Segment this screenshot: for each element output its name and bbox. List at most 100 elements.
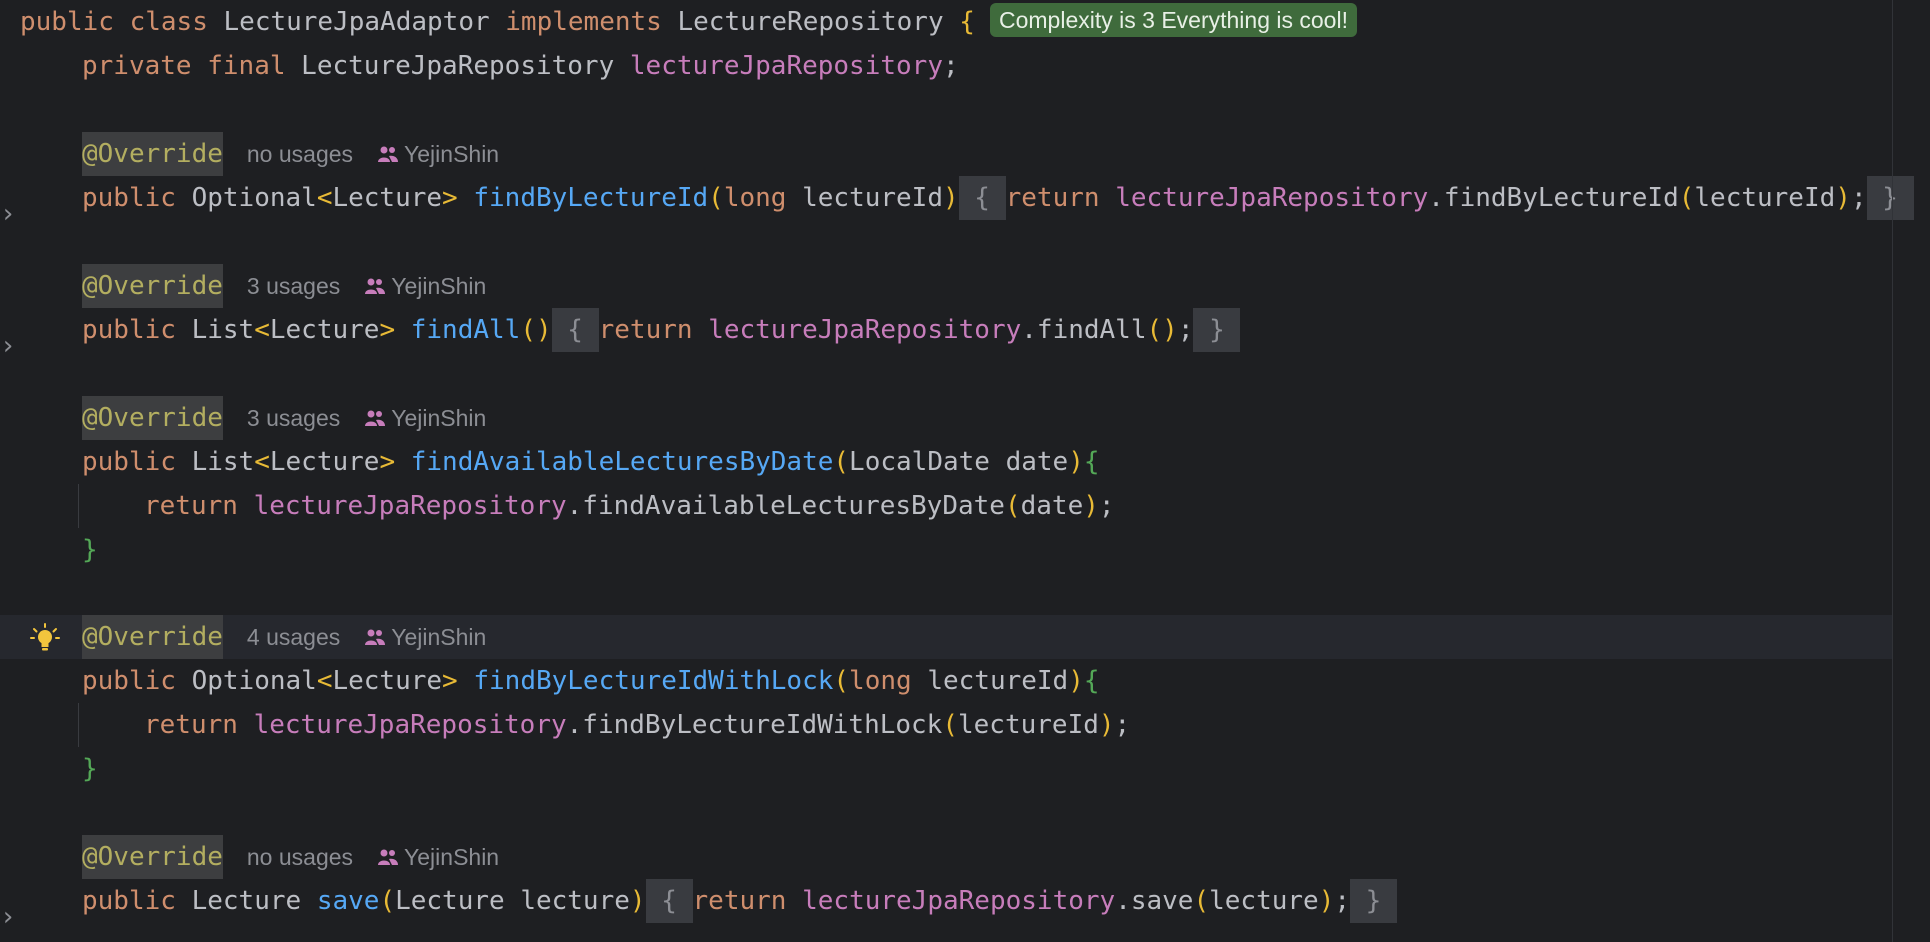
method-call[interactable]: .findByLectureId: [1428, 183, 1678, 213]
person-icon: [365, 278, 386, 294]
code-line-method-find-all[interactable]: › public List<Lecture> findAll() { retur…: [0, 308, 1892, 361]
method-call[interactable]: .save: [1115, 886, 1193, 916]
folded-open-brace[interactable]: {: [645, 879, 693, 923]
code-editor[interactable]: public class LectureJpaAdaptor implement…: [0, 0, 1930, 942]
author-hint[interactable]: YejinShin: [391, 624, 486, 650]
person-icon: [365, 629, 386, 645]
code-line-annotation[interactable]: @Override 4 usages YejinShin: [0, 615, 1892, 659]
keyword-class: class: [129, 7, 208, 37]
class-open-brace: {: [959, 7, 975, 37]
method-call[interactable]: .findByLectureIdWithLock: [567, 710, 943, 740]
keyword-return: return: [144, 491, 238, 521]
usages-hint[interactable]: 3 usages: [247, 273, 340, 299]
override-annotation[interactable]: @Override: [82, 264, 223, 308]
keyword-private: private: [82, 51, 192, 81]
generic-type[interactable]: Lecture: [332, 183, 442, 213]
call-argument[interactable]: lectureId: [958, 710, 1099, 740]
param-type: long: [849, 666, 912, 696]
keyword-public: public: [82, 447, 176, 477]
param-name[interactable]: lectureId: [802, 183, 943, 213]
code-line-annotation[interactable]: @Override no usages YejinShin: [0, 132, 1892, 176]
complexity-badge[interactable]: Complexity is 3 Everything is cool!: [990, 3, 1357, 37]
keyword-public: public: [20, 7, 114, 37]
call-argument[interactable]: lecture: [1209, 886, 1319, 916]
method-name[interactable]: findByLectureIdWithLock: [473, 666, 833, 696]
return-type[interactable]: List: [192, 315, 255, 345]
keyword-return: return: [598, 315, 693, 345]
code-line-return-statement[interactable]: return lectureJpaRepository.findByLectur…: [0, 703, 1892, 747]
keyword-public: public: [82, 666, 176, 696]
class-name[interactable]: LectureJpaAdaptor: [224, 7, 490, 37]
field-type[interactable]: LectureJpaRepository: [301, 51, 614, 81]
code-line-method-save[interactable]: › public Lecture save(Lecture lecture) {…: [0, 879, 1892, 932]
usages-hint[interactable]: 3 usages: [247, 405, 340, 431]
author-hint[interactable]: YejinShin: [404, 141, 499, 167]
method-call[interactable]: .findAvailableLecturesByDate: [567, 491, 1005, 521]
generic-type[interactable]: Lecture: [270, 447, 380, 477]
return-type[interactable]: List: [192, 447, 255, 477]
interface-name[interactable]: LectureRepository: [677, 7, 943, 37]
method-name[interactable]: findAll: [411, 315, 521, 345]
call-argument[interactable]: date: [1021, 491, 1084, 521]
usages-hint[interactable]: no usages: [247, 844, 353, 870]
folded-close-brace[interactable]: }: [1350, 879, 1397, 923]
method-name[interactable]: findAvailableLecturesByDate: [411, 447, 834, 477]
override-annotation[interactable]: @Override: [82, 835, 223, 879]
return-type[interactable]: Optional: [192, 666, 317, 696]
person-icon: [378, 849, 399, 865]
override-annotation[interactable]: @Override: [82, 132, 223, 176]
code-line-method-find-by-lecture-id-with-lock[interactable]: public Optional<Lecture> findByLectureId…: [0, 659, 1892, 703]
code-line-field[interactable]: private final LectureJpaRepository lectu…: [0, 44, 1892, 88]
field-reference[interactable]: lectureJpaRepository: [254, 710, 567, 740]
fold-marker-icon[interactable]: ›: [0, 895, 16, 932]
override-annotation[interactable]: @Override: [82, 396, 223, 440]
semicolon: ;: [942, 51, 959, 81]
keyword-return: return: [1005, 183, 1100, 213]
fold-marker-icon[interactable]: ›: [0, 192, 16, 229]
person-icon: [378, 146, 399, 162]
keyword-final: final: [207, 51, 286, 81]
param-name[interactable]: lectureId: [927, 666, 1068, 696]
field-reference[interactable]: lectureJpaRepository: [254, 491, 567, 521]
code-line-method-find-by-lecture-id[interactable]: › public Optional<Lecture> findByLecture…: [0, 176, 1914, 229]
keyword-return: return: [144, 710, 238, 740]
lightbulb-icon[interactable]: [30, 623, 60, 653]
code-line-annotation[interactable]: @Override 3 usages YejinShin: [0, 264, 1892, 308]
code-line-close-brace[interactable]: }: [0, 528, 1892, 572]
code-line-return-statement[interactable]: return lectureJpaRepository.findAvailabl…: [0, 484, 1892, 528]
keyword-public: public: [82, 315, 176, 345]
return-type[interactable]: Optional: [192, 183, 317, 213]
code-line-annotation[interactable]: @Override no usages YejinShin: [0, 835, 1892, 879]
override-annotation[interactable]: @Override: [82, 615, 223, 659]
author-hint[interactable]: YejinShin: [391, 273, 486, 299]
code-line-close-brace[interactable]: }: [0, 747, 1892, 791]
method-params[interactable]: Lecture lecture: [395, 886, 630, 916]
return-type[interactable]: Lecture: [192, 886, 302, 916]
field-name[interactable]: lectureJpaRepository: [630, 51, 943, 81]
keyword-public: public: [82, 183, 176, 213]
generic-type[interactable]: Lecture: [332, 666, 442, 696]
generic-type[interactable]: Lecture: [270, 315, 380, 345]
folded-open-brace[interactable]: {: [958, 176, 1006, 220]
call-argument[interactable]: lectureId: [1694, 183, 1835, 213]
folded-open-brace[interactable]: {: [551, 308, 599, 352]
param-type: long: [723, 183, 787, 213]
code-line-method-find-available-lectures-by-date[interactable]: public List<Lecture> findAvailableLectur…: [0, 440, 1892, 484]
fold-marker-icon[interactable]: ›: [0, 324, 16, 361]
field-reference[interactable]: lectureJpaRepository: [1115, 183, 1428, 213]
method-name[interactable]: save: [317, 886, 380, 916]
code-line-annotation[interactable]: @Override 3 usages YejinShin: [0, 396, 1892, 440]
editor-right-margin: [1892, 0, 1893, 942]
field-reference[interactable]: lectureJpaRepository: [708, 315, 1021, 345]
usages-hint[interactable]: 4 usages: [247, 624, 340, 650]
folded-close-brace[interactable]: }: [1193, 308, 1241, 352]
method-call[interactable]: .findAll: [1021, 315, 1146, 345]
field-reference[interactable]: lectureJpaRepository: [802, 886, 1115, 916]
author-hint[interactable]: YejinShin: [404, 844, 499, 870]
code-line-class-declaration[interactable]: public class LectureJpaAdaptor implement…: [0, 0, 1892, 44]
method-params[interactable]: LocalDate date: [849, 447, 1068, 477]
folded-close-brace[interactable]: }: [1866, 176, 1914, 220]
method-name[interactable]: findByLectureId: [473, 183, 708, 213]
author-hint[interactable]: YejinShin: [391, 405, 486, 431]
usages-hint[interactable]: no usages: [247, 141, 353, 167]
